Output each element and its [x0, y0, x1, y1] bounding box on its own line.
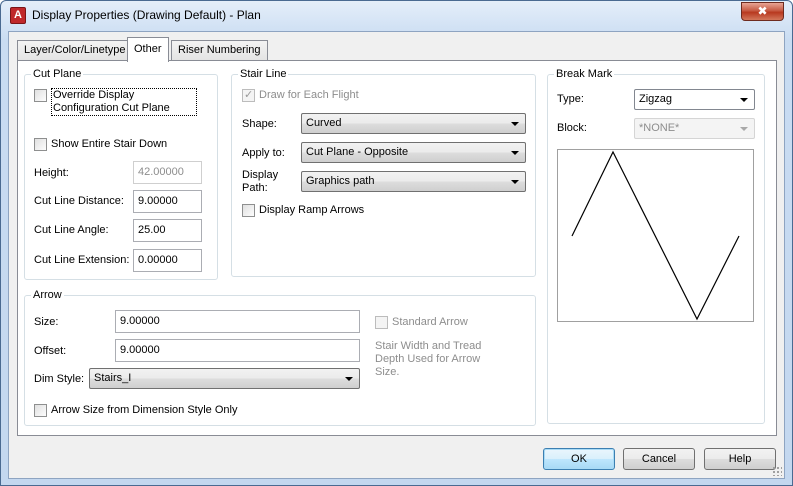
dim-style-label: Dim Style:: [34, 373, 85, 385]
shape-dropdown[interactable]: Curved: [301, 113, 526, 134]
standard-arrow-note: Stair Width and Tread Depth Used for Arr…: [375, 340, 482, 378]
resize-grip-icon[interactable]: [772, 466, 782, 476]
cut-plane-group: Cut Plane Override Display Configuration…: [24, 68, 218, 280]
chevron-down-icon: [511, 180, 519, 184]
window-title: Display Properties (Drawing Default) - P…: [32, 8, 261, 22]
stair-line-group: Stair Line Draw for Each Flight Shape: C…: [231, 68, 536, 277]
break-mark-type-label: Type:: [557, 93, 584, 105]
tab-other[interactable]: Other: [127, 37, 169, 62]
override-cut-plane-label[interactable]: Override Display Configuration Cut Plane: [51, 88, 197, 116]
chevron-down-icon: [511, 151, 519, 155]
cut-line-distance-label: Cut Line Distance:: [34, 195, 124, 207]
cut-line-angle-label: Cut Line Angle:: [34, 224, 109, 236]
height-input: 42.00000: [133, 161, 202, 184]
title-bar[interactable]: A Display Properties (Drawing Default) -…: [1, 1, 792, 31]
tab-layer-color-linetype[interactable]: Layer/Color/Linetype: [17, 40, 133, 61]
close-button[interactable]: ✖: [741, 2, 784, 21]
arrow-size-label: Size:: [34, 316, 59, 328]
ok-button[interactable]: OK: [543, 448, 615, 470]
apply-to-dropdown[interactable]: Cut Plane - Opposite: [301, 142, 526, 163]
standard-arrow-label: Standard Arrow: [392, 316, 468, 328]
stair-line-group-label: Stair Line: [238, 68, 289, 81]
chevron-down-icon: [740, 127, 748, 131]
cancel-button[interactable]: Cancel: [623, 448, 695, 470]
arrow-size-input[interactable]: 9.00000: [115, 310, 360, 333]
chevron-down-icon: [345, 377, 353, 381]
chevron-down-icon: [740, 98, 748, 102]
cut-line-extension-label: Cut Line Extension:: [34, 254, 130, 266]
display-ramp-arrows-label[interactable]: Display Ramp Arrows: [259, 204, 364, 217]
display-path-dropdown-value: Graphics path: [306, 175, 375, 187]
break-mark-block-label: Block:: [557, 122, 587, 134]
break-mark-type-dropdown[interactable]: Zigzag: [634, 89, 755, 110]
draw-each-flight-label: Draw for Each Flight: [259, 89, 359, 101]
autocad-app-icon: A: [10, 7, 26, 24]
break-mark-preview: [557, 149, 754, 322]
break-mark-group-label: Break Mark: [554, 68, 615, 81]
arrow-offset-input[interactable]: 9.00000: [115, 339, 360, 362]
dim-style-dropdown-value: Stairs_I: [94, 372, 132, 384]
break-mark-block-dropdown: *NONE*: [634, 118, 755, 139]
apply-to-dropdown-value: Cut Plane - Opposite: [306, 146, 409, 158]
override-cut-plane-checkbox[interactable]: [34, 89, 47, 102]
shape-label: Shape:: [242, 118, 277, 130]
break-mark-group: Break Mark Type: Zigzag Block: *NONE*: [547, 68, 765, 424]
close-icon: ✖: [757, 4, 768, 18]
tab-riser-numbering[interactable]: Riser Numbering: [171, 40, 268, 61]
cut-plane-group-label: Cut Plane: [31, 68, 84, 81]
cut-line-distance-input[interactable]: 9.00000: [133, 190, 202, 213]
display-ramp-arrows-checkbox[interactable]: [242, 204, 255, 217]
arrow-size-from-dim-style-label[interactable]: Arrow Size from Dimension Style Only: [51, 404, 237, 417]
shape-dropdown-value: Curved: [306, 117, 342, 129]
dialog-body: Layer/Color/Linetype Other Riser Numberi…: [8, 31, 785, 479]
display-path-label: Display Path:: [242, 169, 279, 194]
arrow-group-label: Arrow: [31, 289, 64, 302]
cut-line-angle-input[interactable]: 25.00: [133, 219, 202, 242]
display-path-dropdown[interactable]: Graphics path: [301, 171, 526, 192]
zigzag-preview-graphic: [571, 150, 740, 321]
dim-style-dropdown[interactable]: Stairs_I: [89, 368, 360, 389]
show-entire-stair-down-checkbox[interactable]: [34, 138, 47, 151]
apply-to-label: Apply to:: [242, 147, 285, 159]
break-mark-type-value: Zigzag: [639, 93, 673, 105]
cut-line-extension-input[interactable]: 0.00000: [133, 249, 202, 272]
arrow-group: Arrow Size: 9.00000 Offset: 9.00000 Dim …: [24, 289, 536, 426]
break-mark-block-value: *NONE*: [639, 122, 680, 134]
tab-panel-other: Cut Plane Override Display Configuration…: [17, 60, 777, 436]
arrow-offset-label: Offset:: [34, 345, 67, 357]
zigzag-line: [571, 150, 740, 321]
arrow-size-from-dim-style-checkbox[interactable]: [34, 404, 47, 417]
help-button[interactable]: Help: [704, 448, 776, 470]
show-entire-stair-down-label[interactable]: Show Entire Stair Down: [51, 138, 167, 151]
draw-each-flight-checkbox[interactable]: [242, 88, 255, 102]
standard-arrow-checkbox: [375, 316, 388, 329]
chevron-down-icon: [511, 122, 519, 126]
dialog-window: A Display Properties (Drawing Default) -…: [0, 0, 793, 486]
height-label: Height:: [34, 167, 69, 179]
